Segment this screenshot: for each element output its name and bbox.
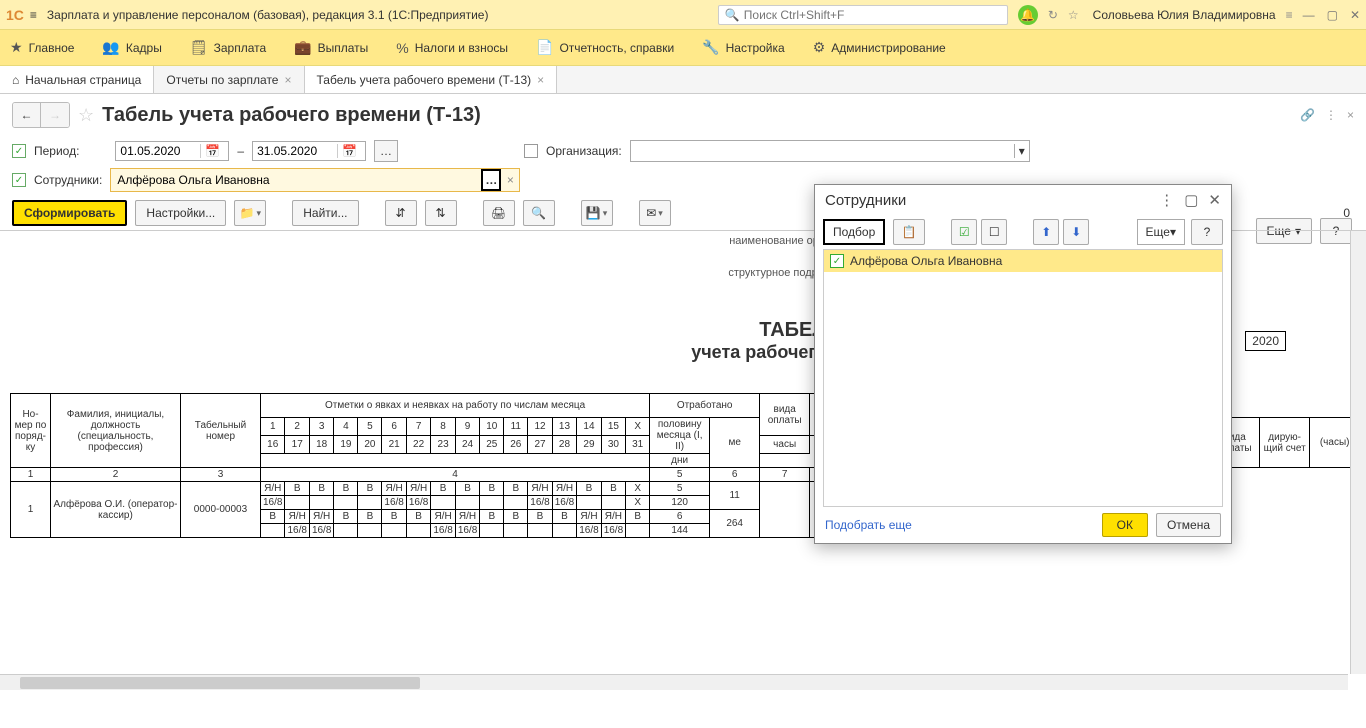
period-label: Период: (34, 144, 79, 158)
employees-popup: Сотрудники ⋮ ▢ ✕ Подбор 📋 ☑ ☐ ⬆ ⬇ Еще ▾ … (814, 184, 1232, 544)
people-icon: 👥 (102, 39, 119, 56)
cancel-button[interactable]: Отмена (1156, 513, 1221, 537)
period-picker-button[interactable]: … (374, 140, 398, 162)
menu-kadry[interactable]: 👥Кадры (102, 39, 161, 56)
calc-icon: 🗒 (190, 39, 208, 56)
global-search[interactable]: 🔍 (718, 5, 1008, 25)
employee-field[interactable]: … × (110, 168, 520, 192)
menu-dots-icon[interactable]: ⋮ (1159, 191, 1174, 209)
employee-clear-button[interactable]: × (501, 173, 519, 187)
save-button[interactable]: 💾 (581, 200, 613, 226)
close-icon[interactable]: ✕ (1350, 8, 1360, 22)
year-box: 2020 (1245, 331, 1286, 351)
preview-button[interactable]: 🔍 (523, 200, 555, 226)
settings-button[interactable]: Настройки... (135, 200, 226, 226)
print-button[interactable]: 🖨 (483, 200, 515, 226)
popup-help-button[interactable]: ? (1191, 219, 1223, 245)
star-icon: ★ (10, 39, 23, 56)
move-down-button[interactable]: ⬇ (1063, 219, 1089, 245)
list-item[interactable]: ✓ Алфёрова Ольга Ивановна (824, 250, 1222, 272)
tab-reports[interactable]: Отчеты по зарплате× (154, 66, 304, 93)
star-icon[interactable]: ☆ (1068, 8, 1079, 22)
app-title: Зарплата и управление персоналом (базова… (47, 8, 489, 22)
item-checkbox[interactable]: ✓ (830, 254, 844, 268)
hamburger-icon[interactable]: ≡ (30, 8, 37, 22)
tab-home[interactable]: ⌂Начальная страница (0, 66, 154, 93)
chevron-down-icon[interactable]: ▾ (1014, 144, 1029, 158)
tabbar: ⌂Начальная страница Отчеты по зарплате× … (0, 66, 1366, 94)
calendar-icon[interactable]: 📅 (337, 144, 361, 158)
check-all-button[interactable]: ☑ (951, 219, 977, 245)
generate-button[interactable]: Сформировать (12, 200, 127, 226)
filter-icon[interactable]: ≡ (1286, 8, 1293, 22)
page-title: Табель учета рабочего времени (Т-13) (102, 104, 481, 127)
link-icon[interactable]: 🔗 (1300, 108, 1315, 122)
wallet-icon: 💼 (294, 39, 311, 56)
tab-tabel[interactable]: Табель учета рабочего времени (Т-13)× (305, 66, 558, 93)
menu-settings[interactable]: 🔧Настройка (702, 39, 785, 56)
emp-checkbox[interactable]: ✓ (12, 173, 26, 187)
date-to[interactable]: 📅 (252, 141, 366, 161)
collapse-button[interactable]: ⇅ (425, 200, 457, 226)
percent-icon: % (396, 40, 408, 56)
ok-button[interactable]: ОК (1102, 513, 1148, 537)
popup-more-button[interactable]: Еще ▾ (1137, 219, 1185, 245)
history-icon[interactable]: ↻ (1048, 8, 1058, 22)
close-icon[interactable]: × (1347, 108, 1354, 122)
menu-nalogi[interactable]: %Налоги и взносы (396, 40, 508, 56)
close-icon[interactable]: × (284, 73, 291, 87)
minimize-icon[interactable]: — (1303, 8, 1315, 22)
doc-icon: 📄 (536, 39, 553, 56)
send-button[interactable]: ✉ (639, 200, 671, 226)
gear-icon: ⚙ (813, 39, 826, 56)
move-up-button[interactable]: ⬆ (1033, 219, 1059, 245)
period-checkbox[interactable]: ✓ (12, 144, 26, 158)
pick-more-link[interactable]: Подобрать еще (825, 518, 912, 532)
menu-otchet[interactable]: 📄Отчетность, справки (536, 39, 674, 56)
menu-zarplata[interactable]: 🗒Зарплата (190, 39, 266, 56)
search-icon: 🔍 (725, 8, 740, 22)
close-icon[interactable]: ✕ (1208, 191, 1221, 209)
search-input[interactable] (744, 8, 1001, 22)
user-label[interactable]: Соловьева Юлия Владимировна (1093, 8, 1276, 22)
wrench-icon: 🔧 (702, 39, 719, 56)
maximize-icon[interactable]: ▢ (1327, 8, 1338, 22)
find-button[interactable]: Найти... (292, 200, 358, 226)
bell-icon[interactable]: 🔔 (1018, 5, 1038, 25)
popup-title: Сотрудники (825, 192, 906, 209)
logo-1c: 1C (6, 7, 24, 23)
maximize-icon[interactable]: ▢ (1184, 191, 1198, 209)
select-button[interactable]: Подбор (823, 219, 885, 245)
org-label: Организация: (546, 144, 622, 158)
main-menu: ★Главное 👥Кадры 🗒Зарплата 💼Выплаты %Нало… (0, 30, 1366, 66)
forward-button[interactable]: → (41, 103, 69, 127)
date-from[interactable]: 📅 (115, 141, 229, 161)
expand-button[interactable]: ⇵ (385, 200, 417, 226)
back-button[interactable]: ← (13, 103, 41, 127)
favorite-icon[interactable]: ☆ (78, 105, 94, 126)
employee-list[interactable]: ✓ Алфёрова Ольга Ивановна (823, 249, 1223, 507)
home-icon: ⌂ (12, 73, 19, 87)
employee-pick-button[interactable]: … (481, 169, 501, 191)
org-select[interactable]: ▾ (630, 140, 1030, 162)
nav-buttons: ← → (12, 102, 70, 128)
close-icon[interactable]: × (537, 73, 544, 87)
vertical-scrollbar[interactable] (1350, 231, 1366, 674)
emp-label: Сотрудники: (34, 173, 102, 187)
menu-vyplaty[interactable]: 💼Выплаты (294, 39, 368, 56)
org-checkbox[interactable]: ✓ (524, 144, 538, 158)
paste-button[interactable]: 📋 (893, 219, 925, 245)
horizontal-scrollbar[interactable] (0, 674, 1348, 690)
menu-main[interactable]: ★Главное (10, 39, 74, 56)
calendar-icon[interactable]: 📅 (200, 144, 224, 158)
variants-button[interactable]: 📁 (234, 200, 266, 226)
menu-admin[interactable]: ⚙Администрирование (813, 39, 946, 56)
uncheck-all-button[interactable]: ☐ (981, 219, 1007, 245)
menu-dots-icon[interactable]: ⋮ (1325, 108, 1337, 122)
